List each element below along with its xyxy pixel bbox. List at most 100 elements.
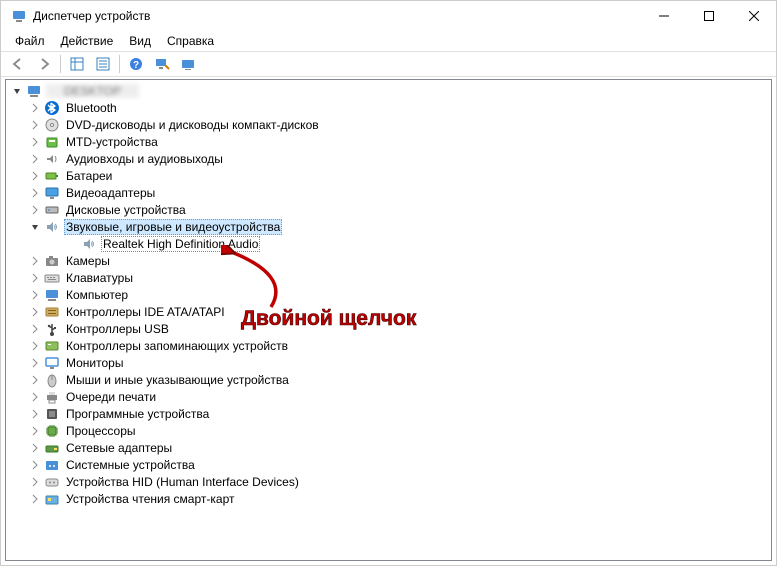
chevron-right-icon[interactable] (28, 271, 42, 285)
category-node[interactable]: Контроллеры USB (6, 320, 771, 337)
menu-file[interactable]: Файл (7, 32, 53, 50)
category-node[interactable]: Камеры (6, 252, 771, 269)
show-hide-console-button[interactable] (65, 53, 89, 75)
chevron-down-icon[interactable] (28, 220, 42, 234)
category-node[interactable]: Процессоры (6, 422, 771, 439)
device-node[interactable]: Realtek High Definition Audio (6, 235, 771, 252)
category-label: DVD-дисководы и дисководы компакт-дисков (64, 118, 321, 132)
bluetooth-icon (44, 100, 60, 116)
speaker-icon (81, 236, 97, 252)
network-icon (44, 440, 60, 456)
show-hidden-button[interactable] (176, 53, 200, 75)
chevron-right-icon[interactable] (28, 152, 42, 166)
category-label: Bluetooth (64, 101, 119, 115)
chevron-right-icon[interactable] (28, 475, 42, 489)
category-label: Сетевые адаптеры (64, 441, 174, 455)
menu-help[interactable]: Справка (159, 32, 222, 50)
window-title: Диспетчер устройств (33, 9, 641, 23)
category-node[interactable]: Звуковые, игровые и видеоустройства (6, 218, 771, 235)
help-button[interactable] (124, 53, 148, 75)
chevron-right-icon[interactable] (28, 254, 42, 268)
category-node[interactable]: Аудиовходы и аудиовыходы (6, 150, 771, 167)
battery-icon (44, 168, 60, 184)
menubar: Файл Действие Вид Справка (1, 31, 776, 51)
chevron-right-icon[interactable] (28, 169, 42, 183)
category-label: Звуковые, игровые и видеоустройства (64, 219, 282, 235)
category-node[interactable]: Устройства чтения смарт-карт (6, 490, 771, 507)
chevron-right-icon[interactable] (28, 101, 42, 115)
category-node[interactable]: Компьютер (6, 286, 771, 303)
close-button[interactable] (731, 1, 776, 31)
back-button[interactable] (6, 53, 30, 75)
category-label: Очереди печати (64, 390, 158, 404)
chevron-right-icon[interactable] (28, 424, 42, 438)
forward-button[interactable] (32, 53, 56, 75)
chevron-right-icon[interactable] (28, 118, 42, 132)
chevron-right-icon[interactable] (28, 322, 42, 336)
chevron-right-icon[interactable] (28, 339, 42, 353)
category-label: Клавиатуры (64, 271, 135, 285)
computer-icon (44, 287, 60, 303)
category-label: Аудиовходы и аудиовыходы (64, 152, 225, 166)
category-node[interactable]: Устройства HID (Human Interface Devices) (6, 473, 771, 490)
chevron-right-icon[interactable] (28, 288, 42, 302)
properties-button[interactable] (91, 53, 115, 75)
category-label: Системные устройства (64, 458, 197, 472)
chevron-right-icon[interactable] (28, 203, 42, 217)
category-node[interactable]: DVD-дисководы и дисководы компакт-дисков (6, 116, 771, 133)
category-node[interactable]: Системные устройства (6, 456, 771, 473)
hid-icon (44, 474, 60, 490)
firmware-icon (44, 406, 60, 422)
camera-icon (44, 253, 60, 269)
minimize-button[interactable] (641, 1, 686, 31)
system-icon (44, 457, 60, 473)
category-label: Контроллеры IDE ATA/ATAPI (64, 305, 227, 319)
category-node[interactable]: Очереди печати (6, 388, 771, 405)
mtd-icon (44, 134, 60, 150)
computer-icon (26, 83, 42, 99)
category-label: Мыши и иные указывающие устройства (64, 373, 291, 387)
maximize-button[interactable] (686, 1, 731, 31)
category-label: Устройства чтения смарт-карт (64, 492, 236, 506)
category-node[interactable]: Мыши и иные указывающие устройства (6, 371, 771, 388)
category-node[interactable]: Дисковые устройства (6, 201, 771, 218)
display-icon (44, 185, 60, 201)
category-label: Компьютер (64, 288, 130, 302)
category-node[interactable]: Контроллеры запоминающих устройств (6, 337, 771, 354)
category-label: Видеоадаптеры (64, 186, 157, 200)
audio-jack-icon (44, 151, 60, 167)
category-node[interactable]: Клавиатуры (6, 269, 771, 286)
chevron-down-icon[interactable] (10, 84, 24, 98)
category-node[interactable]: Батареи (6, 167, 771, 184)
app-icon (11, 8, 27, 24)
storage-icon (44, 338, 60, 354)
category-node[interactable]: Сетевые адаптеры (6, 439, 771, 456)
chevron-right-icon[interactable] (28, 305, 42, 319)
chevron-right-icon[interactable] (28, 390, 42, 404)
chevron-right-icon[interactable] (28, 458, 42, 472)
category-node[interactable]: Видеоадаптеры (6, 184, 771, 201)
ide-icon (44, 304, 60, 320)
scan-hardware-button[interactable] (150, 53, 174, 75)
category-node[interactable]: Bluetooth (6, 99, 771, 116)
category-label: Процессоры (64, 424, 138, 438)
chevron-right-icon[interactable] (28, 492, 42, 506)
category-label: Контроллеры USB (64, 322, 171, 336)
category-label: Контроллеры запоминающих устройств (64, 339, 290, 353)
printer-icon (44, 389, 60, 405)
chevron-right-icon[interactable] (28, 135, 42, 149)
category-node[interactable]: Контроллеры IDE ATA/ATAPI (6, 303, 771, 320)
tree-root-node[interactable]: DESKTOP (6, 82, 771, 99)
chevron-right-icon[interactable] (28, 373, 42, 387)
category-node[interactable]: Программные устройства (6, 405, 771, 422)
category-label: Мониторы (64, 356, 125, 370)
chevron-right-icon[interactable] (28, 441, 42, 455)
category-node[interactable]: Мониторы (6, 354, 771, 371)
chevron-right-icon[interactable] (28, 186, 42, 200)
chevron-right-icon[interactable] (28, 407, 42, 421)
category-label: Дисковые устройства (64, 203, 188, 217)
chevron-right-icon[interactable] (28, 356, 42, 370)
category-node[interactable]: MTD-устройства (6, 133, 771, 150)
menu-view[interactable]: Вид (121, 32, 159, 50)
menu-action[interactable]: Действие (53, 32, 122, 50)
